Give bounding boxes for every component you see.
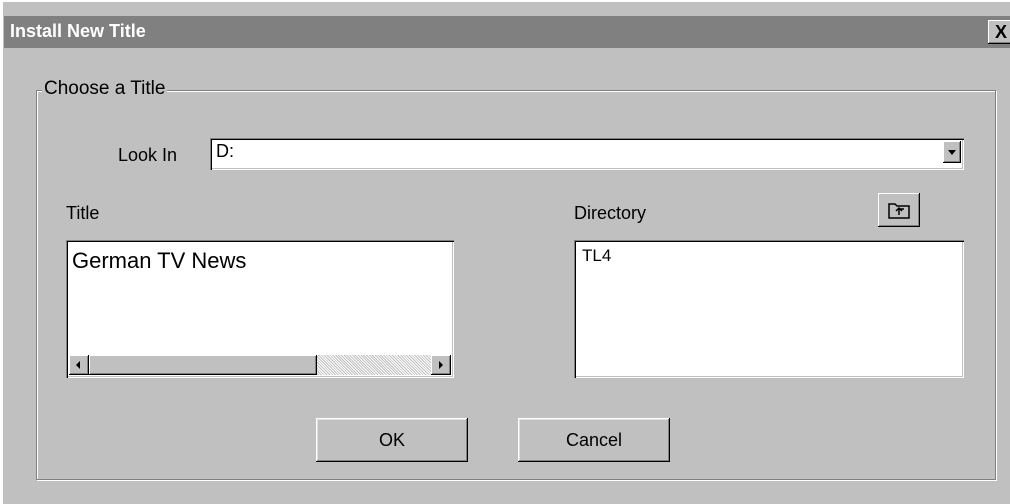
scroll-right-button[interactable] <box>431 355 451 375</box>
directory-column-label: Directory <box>574 203 647 223</box>
install-new-title-dialog: Install New Title X Choose a Title Look … <box>0 0 1010 504</box>
scroll-thumb[interactable] <box>89 355 317 375</box>
title-bar[interactable]: Install New Title X <box>4 16 1010 48</box>
title-listbox[interactable]: German TV News <box>66 240 454 378</box>
cancel-button[interactable]: Cancel <box>518 418 670 462</box>
ok-button[interactable]: OK <box>316 418 468 462</box>
dialog-top-edge <box>0 0 1010 2</box>
arrow-left-icon <box>76 361 80 369</box>
look-in-value: D: <box>216 141 234 161</box>
arrow-right-icon <box>439 361 443 369</box>
list-item[interactable]: German TV News <box>72 248 246 274</box>
close-icon: X <box>994 22 1007 42</box>
groupbox-legend: Choose a Title <box>42 78 168 100</box>
close-button[interactable]: X <box>988 20 1010 44</box>
look-in-dropdown-button[interactable] <box>943 141 961 163</box>
dialog-left-edge <box>0 0 3 504</box>
look-in-combobox[interactable]: D: <box>210 138 964 170</box>
look-in-label: Look In <box>118 145 178 165</box>
title-horizontal-scrollbar[interactable] <box>69 355 451 375</box>
chevron-down-icon <box>948 150 956 155</box>
directory-listbox[interactable]: TL4 <box>574 240 964 378</box>
window-title: Install New Title <box>10 21 146 41</box>
list-item[interactable]: TL4 <box>582 246 611 266</box>
up-folder-button[interactable] <box>878 193 920 227</box>
up-folder-icon <box>888 203 910 219</box>
scroll-left-button[interactable] <box>69 355 89 375</box>
title-column-label: Title <box>66 203 100 223</box>
